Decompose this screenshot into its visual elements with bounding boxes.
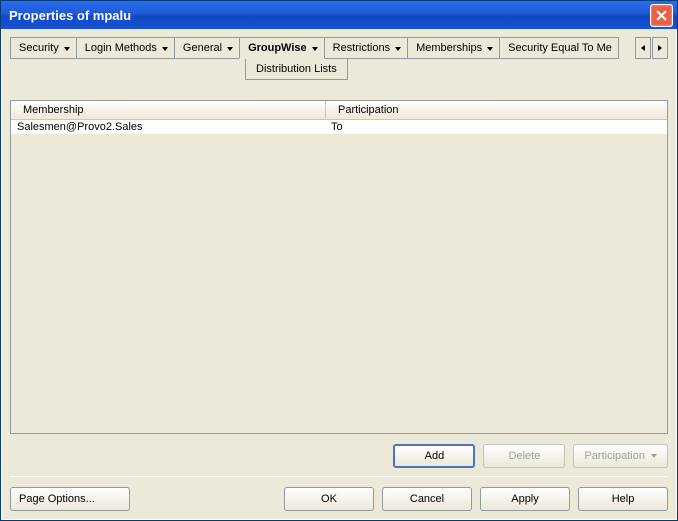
grid-actions: Add Delete Participation: [10, 434, 668, 472]
cancel-button[interactable]: Cancel: [382, 487, 472, 511]
tab-strip: Security Login Methods General GroupWise…: [10, 37, 633, 59]
button-label: Participation: [584, 450, 645, 462]
column-header-participation[interactable]: Participation: [326, 101, 667, 119]
delete-button[interactable]: Delete: [483, 444, 565, 468]
chevron-down-icon: [64, 42, 70, 54]
subtab-label: Distribution Lists: [256, 63, 337, 75]
chevron-left-icon: [641, 45, 645, 51]
properties-dialog: Properties of mpalu Security Login Metho…: [0, 0, 678, 521]
tab-label: GroupWise: [248, 42, 307, 54]
tab-label: General: [183, 42, 222, 54]
close-button[interactable]: [650, 4, 673, 27]
button-label: OK: [321, 493, 337, 505]
subtab-distribution-lists[interactable]: Distribution Lists: [245, 58, 348, 80]
button-label: Add: [425, 450, 445, 462]
dialog-footer: Page Options... OK Cancel Apply Help: [10, 476, 668, 511]
tab-groupwise[interactable]: GroupWise: [239, 37, 325, 59]
subtab-row: Distribution Lists: [245, 58, 668, 80]
button-label: Apply: [511, 493, 539, 505]
button-label: Page Options...: [19, 493, 95, 505]
help-button[interactable]: Help: [578, 487, 668, 511]
tabbar: Security Login Methods General GroupWise…: [10, 37, 668, 59]
tab-label: Restrictions: [333, 42, 390, 54]
button-label: Help: [612, 493, 635, 505]
tab-login-methods[interactable]: Login Methods: [76, 37, 175, 59]
chevron-down-icon: [162, 42, 168, 54]
page-options-button[interactable]: Page Options...: [10, 487, 130, 511]
window-title: Properties of mpalu: [9, 8, 650, 23]
tab-restrictions[interactable]: Restrictions: [324, 37, 408, 59]
chevron-right-icon: [658, 45, 662, 51]
ok-button[interactable]: OK: [284, 487, 374, 511]
dialog-body: Security Login Methods General GroupWise…: [1, 29, 677, 520]
tab-general[interactable]: General: [174, 37, 240, 59]
membership-grid: Membership Participation Salesmen@Provo2…: [10, 100, 668, 434]
table-row[interactable]: Salesmen@Provo2.Sales To: [11, 120, 667, 134]
tab-label: Security Equal To Me: [508, 42, 612, 54]
tab-nav: [635, 37, 668, 59]
tab-label: Login Methods: [85, 42, 157, 54]
chevron-down-icon: [312, 42, 318, 54]
column-header-membership[interactable]: Membership: [11, 101, 326, 119]
tab-label: Security: [19, 42, 59, 54]
tab-security[interactable]: Security: [10, 37, 77, 59]
grid-body: Salesmen@Provo2.Sales To: [11, 120, 667, 433]
cell-membership: Salesmen@Provo2.Sales: [11, 120, 325, 134]
button-label: Cancel: [410, 493, 444, 505]
tab-security-equal-to-me[interactable]: Security Equal To Me: [499, 37, 619, 59]
tab-scroll-right[interactable]: [652, 37, 668, 59]
chevron-down-icon: [395, 42, 401, 54]
chevron-down-icon: [487, 42, 493, 54]
grid-header: Membership Participation: [11, 101, 667, 120]
add-button[interactable]: Add: [393, 444, 475, 468]
close-icon: [656, 10, 667, 21]
tab-content: Membership Participation Salesmen@Provo2…: [10, 100, 668, 476]
cell-participation: To: [325, 120, 667, 134]
tab-label: Memberships: [416, 42, 482, 54]
tab-scroll-left[interactable]: [635, 37, 651, 59]
titlebar[interactable]: Properties of mpalu: [1, 1, 677, 29]
button-label: Delete: [509, 450, 541, 462]
chevron-down-icon: [227, 42, 233, 54]
tab-memberships[interactable]: Memberships: [407, 37, 500, 59]
chevron-down-icon: [651, 454, 657, 458]
apply-button[interactable]: Apply: [480, 487, 570, 511]
participation-button[interactable]: Participation: [573, 444, 668, 468]
